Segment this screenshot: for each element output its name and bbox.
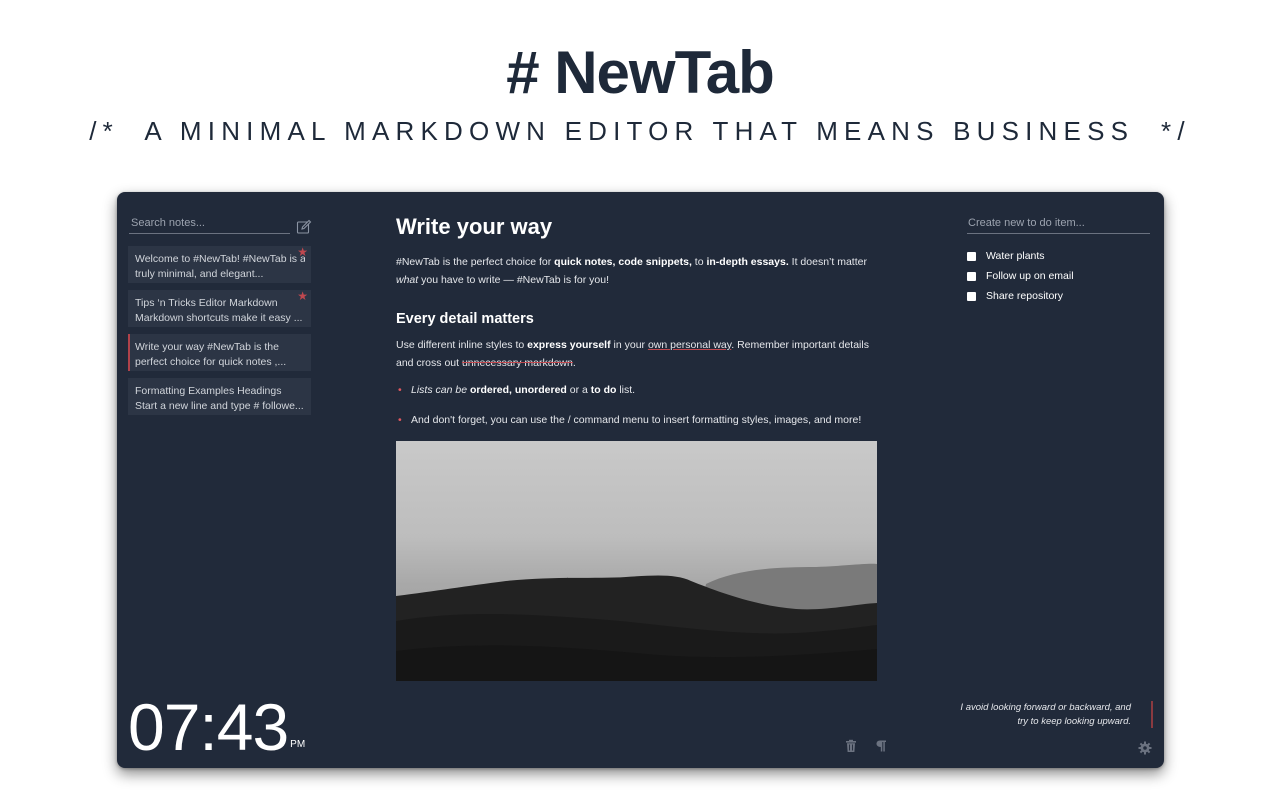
strikethrough-text: unnecessary markdown bbox=[461, 356, 573, 369]
bold-text: quick notes, code snippets, bbox=[554, 256, 692, 268]
todo-checkbox[interactable] bbox=[967, 291, 976, 301]
section-heading[interactable]: Every detail matters bbox=[396, 309, 877, 329]
bold-text: to do bbox=[590, 384, 617, 396]
todo-label: Share repository bbox=[986, 290, 1064, 302]
quote-line: try to keep looking upward. bbox=[1017, 715, 1131, 727]
note-preview-title: Tips ‘n Tricks Editor Markdown bbox=[135, 297, 278, 309]
text: in your bbox=[610, 339, 648, 351]
note-title[interactable]: Write your way bbox=[396, 212, 877, 242]
star-icon[interactable]: ★ bbox=[297, 290, 308, 302]
pilcrow-icon[interactable] bbox=[874, 739, 888, 753]
text: . bbox=[572, 356, 576, 369]
bold-text: ordered, unordered bbox=[469, 384, 567, 396]
list-item[interactable]: And don't forget, you can use the / comm… bbox=[396, 412, 877, 430]
new-todo-input[interactable] bbox=[967, 213, 1150, 234]
clock-ampm: PM bbox=[290, 739, 306, 750]
notes-list: Welcome to #NewTab! #NewTab is a truly m… bbox=[128, 246, 311, 422]
note-preview-body: Markdown shortcuts make it easy ... bbox=[135, 312, 303, 324]
text: And don't forget, you can use the / comm… bbox=[411, 413, 862, 426]
italic-text: what bbox=[396, 273, 419, 286]
hero-subtitle: /* A MINIMAL MARKDOWN EDITOR THAT MEANS … bbox=[89, 116, 1191, 146]
paragraph-intro[interactable]: #NewTab is the perfect choice for quick … bbox=[396, 254, 877, 289]
quote-line: I avoid looking forward or backward, and bbox=[960, 702, 1131, 713]
text: It doesn’t matter bbox=[788, 256, 867, 268]
paragraph-styles[interactable]: Use different inline styles to express y… bbox=[396, 337, 877, 372]
note-item[interactable]: Formatting Examples Headings Start a new… bbox=[128, 378, 311, 415]
editor-toolbar bbox=[844, 739, 888, 753]
hero-title: # NewTab bbox=[506, 39, 775, 106]
text: to bbox=[691, 256, 707, 268]
note-preview-title: Formatting Examples Headings bbox=[135, 385, 282, 397]
trash-icon[interactable] bbox=[844, 739, 858, 753]
edit-icon[interactable] bbox=[296, 219, 312, 235]
star-icon[interactable]: ★ bbox=[297, 246, 308, 258]
app-window: Welcome to #NewTab! #NewTab is a truly m… bbox=[117, 192, 1164, 768]
todo-item: Share repository bbox=[967, 286, 1074, 306]
text: you have to write — #NewTab is for you! bbox=[418, 273, 610, 286]
todo-label: Follow up on email bbox=[986, 270, 1074, 282]
editor[interactable]: Write your way #NewTab is the perfect ch… bbox=[396, 212, 877, 681]
todo-label: Water plants bbox=[986, 250, 1045, 262]
italic-text: Lists can be bbox=[411, 384, 468, 396]
todo-item: Follow up on email bbox=[967, 266, 1074, 286]
quote-accent-bar bbox=[1151, 701, 1153, 728]
note-preview-title: Write your way #NewTab is the bbox=[135, 341, 279, 353]
gear-icon[interactable] bbox=[1138, 741, 1152, 755]
quote: I avoid looking forward or backward, and… bbox=[952, 701, 1142, 728]
note-preview-body: Start a new line and type # followe... bbox=[135, 400, 304, 412]
note-item-active[interactable]: Write your way #NewTab is the perfect ch… bbox=[128, 334, 311, 371]
bullet-list: Lists can be ordered, unordered or a to … bbox=[396, 382, 877, 429]
note-item[interactable]: Tips ‘n Tricks Editor Markdown Markdown … bbox=[128, 290, 311, 327]
text: or a bbox=[566, 384, 591, 396]
desert-dunes-graphic bbox=[396, 563, 877, 681]
note-item[interactable]: Welcome to #NewTab! #NewTab is a truly m… bbox=[128, 246, 311, 283]
todo-checkbox[interactable] bbox=[967, 271, 976, 281]
text: Use different inline styles to bbox=[396, 339, 528, 351]
search-notes-input[interactable] bbox=[129, 213, 290, 234]
todo-checkbox[interactable] bbox=[967, 251, 976, 261]
list-item[interactable]: Lists can be ordered, unordered or a to … bbox=[396, 382, 877, 400]
underlined-text: own personal way bbox=[647, 339, 732, 351]
desert-image[interactable] bbox=[396, 441, 877, 681]
todo-list: Water plants Follow up on email Share re… bbox=[967, 246, 1074, 306]
text: list. bbox=[616, 384, 636, 396]
clock: 07:43 PM bbox=[128, 692, 305, 762]
text: #NewTab is the perfect choice for bbox=[396, 256, 555, 268]
note-preview-body: truly minimal, and elegant... bbox=[135, 268, 264, 280]
bold-text: express yourself bbox=[527, 339, 611, 351]
note-preview-title: Welcome to #NewTab! #NewTab is a bbox=[135, 253, 305, 265]
clock-time: 07:43 bbox=[128, 690, 289, 764]
todo-item: Water plants bbox=[967, 246, 1074, 266]
bold-text: in-depth essays. bbox=[706, 256, 789, 268]
note-preview-body: perfect choice for quick notes ,... bbox=[135, 356, 287, 368]
